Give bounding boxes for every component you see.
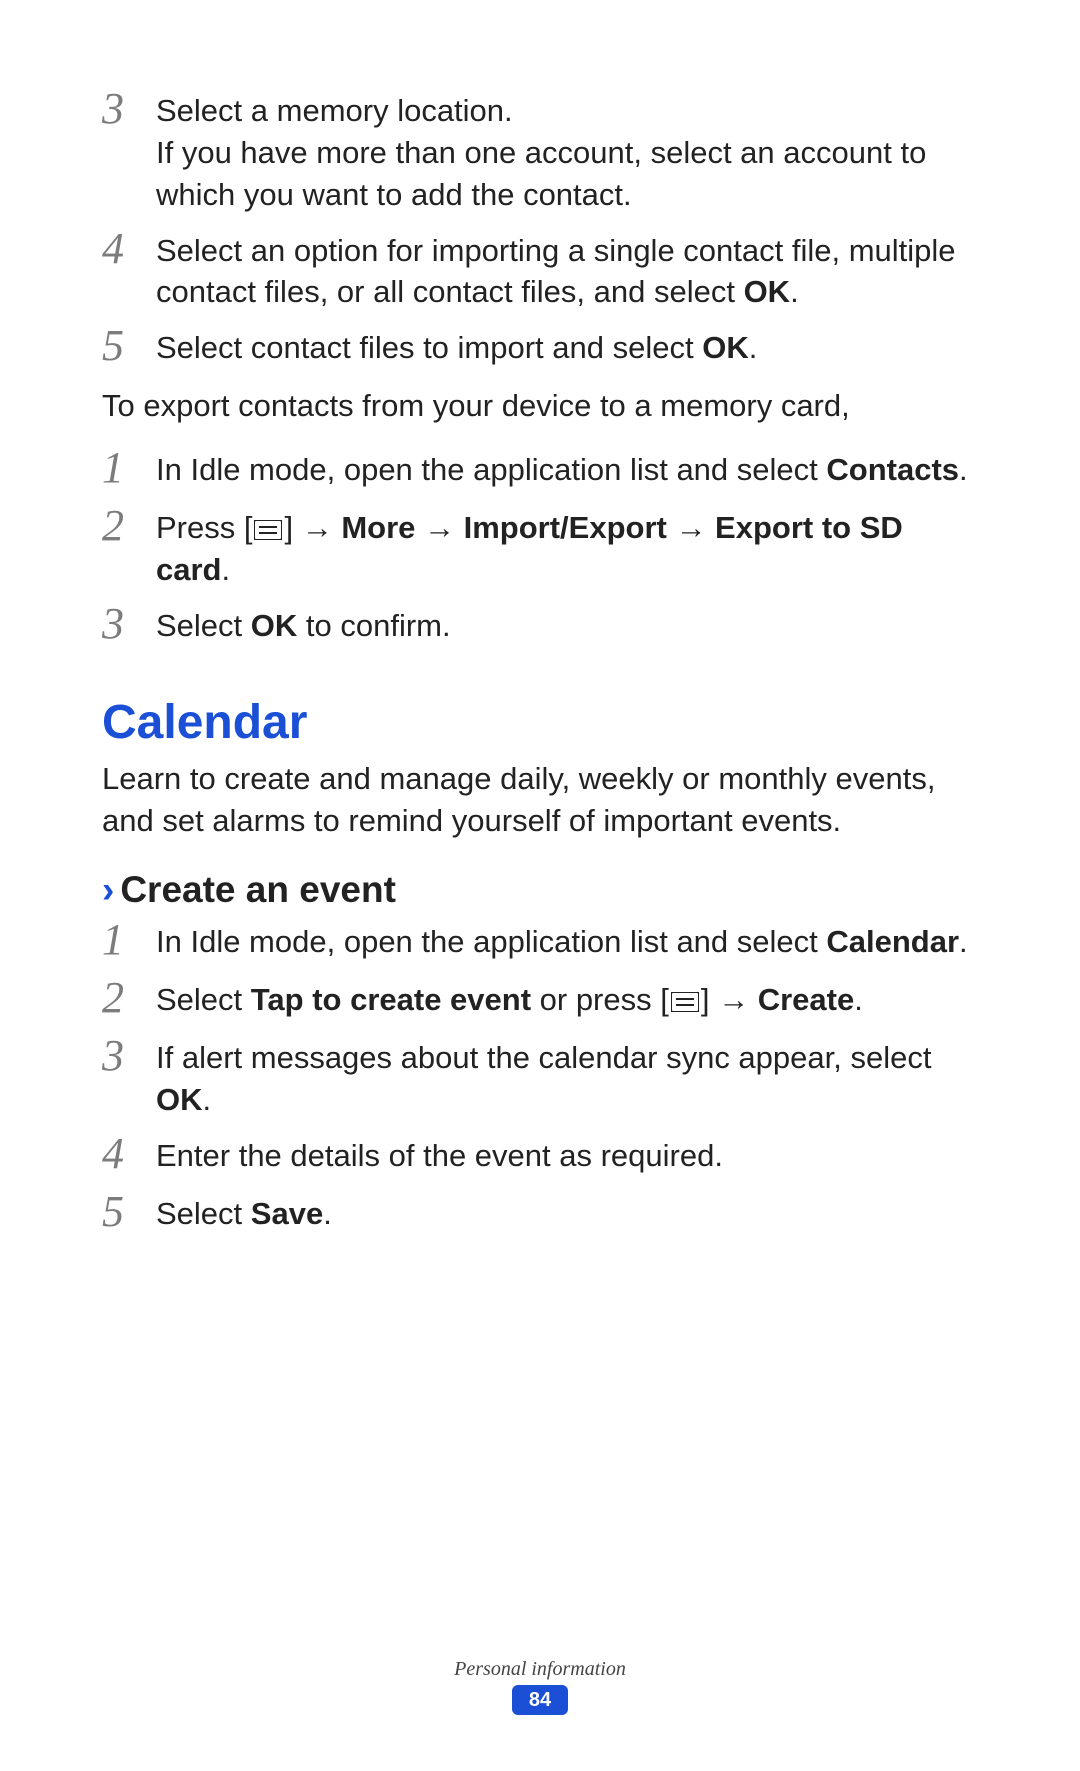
- step-text: Select an option for importing a single …: [156, 230, 978, 314]
- bold-text: OK: [156, 1082, 203, 1117]
- text-frag: .: [959, 452, 968, 487]
- text-frag: Select: [156, 608, 251, 643]
- step-item: 2 Press [] → More → Import/Export → Expo…: [102, 507, 978, 591]
- text-frag: If alert messages about the calendar syn…: [156, 1040, 931, 1075]
- step-item: 1 In Idle mode, open the application lis…: [102, 921, 978, 965]
- step-text: If alert messages about the calendar syn…: [156, 1037, 978, 1121]
- step-number: 2: [102, 976, 156, 1020]
- text-frag: .: [323, 1196, 332, 1231]
- menu-icon: [671, 992, 699, 1012]
- step-text: Enter the details of the event as requir…: [156, 1135, 978, 1177]
- step-text: Select OK to confirm.: [156, 605, 978, 647]
- step-item: 3 Select OK to confirm.: [102, 605, 978, 649]
- step-text: In Idle mode, open the application list …: [156, 921, 978, 963]
- bold-text: Contacts: [826, 452, 959, 487]
- section-heading-calendar: Calendar: [102, 695, 978, 750]
- step-text: Press [] → More → Import/Export → Export…: [156, 507, 978, 591]
- text-frag: to confirm.: [297, 608, 450, 643]
- text-frag: ] →: [284, 510, 341, 545]
- step-item: 2 Select Tap to create event or press []…: [102, 979, 978, 1023]
- subheading-text: Create an event: [120, 869, 396, 910]
- bold-text: Tap to create event: [251, 982, 531, 1017]
- step-number: 3: [102, 87, 156, 131]
- text-line: Select a memory location.: [156, 93, 513, 128]
- text-frag: or press [: [531, 982, 669, 1017]
- text-line: If you have more than one account, selec…: [156, 135, 926, 212]
- step-number: 2: [102, 504, 156, 548]
- step-text: Select a memory location. If you have mo…: [156, 90, 978, 216]
- step-text: Select Tap to create event or press [ ] →…: [156, 979, 978, 1021]
- bold-text: Create: [758, 982, 855, 1017]
- text-frag: .: [203, 1082, 212, 1117]
- step-item: 4 Enter the details of the event as requ…: [102, 1135, 978, 1179]
- text-frag: Select contact files to import and selec…: [156, 330, 702, 365]
- step-number: 3: [102, 1034, 156, 1078]
- paragraph: Learn to create and manage daily, weekly…: [102, 758, 978, 842]
- bold-text: OK: [744, 274, 791, 309]
- step-text: Select Save.: [156, 1193, 978, 1235]
- step-item: 1 In Idle mode, open the application lis…: [102, 449, 978, 493]
- text-frag: Press [: [156, 510, 252, 545]
- bold-text: OK: [702, 330, 749, 365]
- text-frag: Select an option for importing a single …: [156, 233, 956, 310]
- text-frag: .: [749, 330, 758, 365]
- step-number: 4: [102, 227, 156, 271]
- text-frag: Select: [156, 1196, 251, 1231]
- step-item: 3 Select a memory location. If you have …: [102, 90, 978, 216]
- step-item: 4 Select an option for importing a singl…: [102, 230, 978, 314]
- bold-text: Calendar: [826, 924, 959, 959]
- step-text: Select contact files to import and selec…: [156, 327, 978, 369]
- step-number: 5: [102, 1190, 156, 1234]
- text-frag: ] →: [701, 982, 758, 1017]
- bold-text: OK: [251, 608, 298, 643]
- step-item: 5 Select contact files to import and sel…: [102, 327, 978, 371]
- menu-icon: [254, 520, 282, 540]
- step-number: 4: [102, 1132, 156, 1176]
- step-number: 5: [102, 324, 156, 368]
- step-text: In Idle mode, open the application list …: [156, 449, 978, 491]
- text-frag: In Idle mode, open the application list …: [156, 452, 826, 487]
- text-frag: .: [854, 982, 863, 1017]
- text-frag: .: [959, 924, 968, 959]
- step-number: 1: [102, 446, 156, 490]
- paragraph: To export contacts from your device to a…: [102, 385, 978, 427]
- text-frag: .: [790, 274, 799, 309]
- bold-text: Save: [251, 1196, 323, 1231]
- text-frag: In Idle mode, open the application list …: [156, 924, 826, 959]
- subsection-heading-create-event: ›Create an event: [102, 869, 978, 911]
- step-item: 5 Select Save.: [102, 1193, 978, 1237]
- step-number: 1: [102, 918, 156, 962]
- text-frag: Select: [156, 982, 251, 1017]
- footer-section-name: Personal information: [0, 1658, 1080, 1681]
- step-item: 3 If alert messages about the calendar s…: [102, 1037, 978, 1121]
- text-frag: .: [221, 552, 230, 587]
- step-number: 3: [102, 602, 156, 646]
- page-number-badge: 84: [512, 1685, 568, 1715]
- document-page: 3 Select a memory location. If you have …: [0, 0, 1080, 1771]
- page-footer: Personal information 84: [0, 1658, 1080, 1715]
- chevron-right-icon: ›: [102, 869, 114, 910]
